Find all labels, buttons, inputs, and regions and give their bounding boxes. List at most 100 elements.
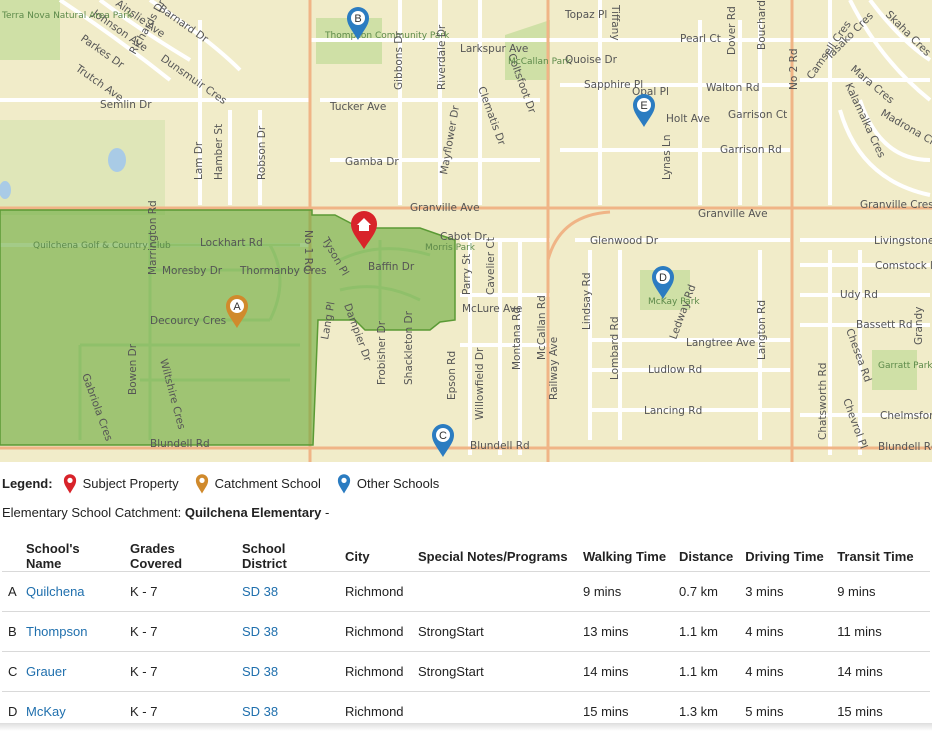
map-label: Bassett Rd: [856, 319, 913, 331]
pond: [108, 148, 126, 172]
orange-pin-icon: [195, 474, 208, 494]
map-label: Larkspur Ave: [460, 43, 528, 55]
district-link[interactable]: SD 38: [242, 704, 278, 719]
map-label: Terra Nova Natural Area Park: [1, 11, 133, 21]
col-header: Driving Time: [739, 541, 832, 572]
map-label: Blundell Rd: [470, 440, 530, 452]
map-label: Lombard Rd: [609, 316, 621, 380]
map-label: Garratt Park: [878, 361, 932, 371]
map-label: Pearl Ct: [680, 33, 721, 45]
transit-cell: 11 mins: [831, 611, 930, 652]
legend-other: Other Schools: [337, 472, 439, 494]
map-label: No 2 Rd: [788, 48, 800, 90]
terra-nova-park: [0, 0, 60, 60]
map-label: Langtree Ave: [686, 337, 755, 349]
red-pin-icon: [63, 474, 76, 494]
green-field: [0, 120, 165, 215]
walking-cell: 9 mins: [577, 571, 673, 612]
map-label: Riverdale Dr: [436, 24, 448, 90]
map-label: Thompson Community Park: [324, 31, 450, 41]
table-row: B Thompson K - 7 SD 38 Richmond StrongSt…: [2, 611, 930, 652]
map-label: Cavelier Ct: [485, 237, 497, 295]
notes-cell: StrongStart: [412, 611, 577, 652]
map-label: Lindsay Rd: [581, 272, 593, 330]
map-label: Hamber St: [213, 124, 225, 180]
map-label: Parry St: [461, 254, 473, 295]
map-label: Baffin Dr: [368, 261, 415, 273]
district-link[interactable]: SD 38: [242, 624, 278, 639]
map-label: Lynas Ln: [661, 134, 673, 180]
school-link[interactable]: McKay: [26, 704, 66, 719]
catchment-label: Elementary School Catchment:: [2, 505, 182, 520]
map-label: Bowen Dr: [127, 343, 139, 395]
marker-label: B: [354, 13, 361, 25]
city-cell: Richmond: [339, 611, 412, 652]
driving-cell: 4 mins: [739, 611, 832, 652]
notes-cell: [412, 571, 577, 612]
map-label: Holt Ave: [666, 113, 710, 125]
marker-label: A: [233, 301, 241, 313]
blue-pin-icon: [337, 474, 351, 494]
district-link[interactable]: SD 38: [242, 664, 278, 679]
legend-label: Other Schools: [356, 475, 440, 491]
catchment-suffix: -: [325, 505, 330, 520]
map-label: Montana Rd: [511, 307, 523, 370]
map-label: Railway Ave: [548, 337, 560, 400]
map-label: Tiffany: [609, 4, 621, 41]
grades-cell: K - 7: [124, 651, 236, 692]
legend-catchment: Catchment School: [195, 472, 321, 494]
map-label: Epson Rd: [446, 351, 458, 400]
map-label: Ludlow Rd: [648, 364, 702, 376]
driving-cell: 4 mins: [739, 651, 832, 692]
catchment-line: Elementary School Catchment: Quilchena E…: [2, 505, 329, 520]
map-label: Morris Park: [425, 243, 476, 253]
map-label: Livingstone: [874, 235, 932, 247]
col-header: School's Name: [20, 541, 124, 572]
map-label: Udy Rd: [840, 289, 878, 301]
map-label: Willowfield Dr: [474, 347, 486, 420]
walking-cell: 14 mins: [577, 651, 673, 692]
map-label: Shackleton Dr: [403, 310, 415, 385]
map-label: No 1 Rd: [302, 230, 314, 272]
map-label: Garrison Rd: [720, 144, 782, 156]
map-label: Quoise Dr: [565, 54, 618, 66]
map-label: Chelmsford: [880, 410, 932, 422]
catchment-school: Quilchena Elementary: [184, 505, 322, 520]
map-label: McCallan Park: [508, 57, 572, 67]
school-link[interactable]: Thompson: [26, 624, 87, 639]
col-header: Special Notes/Programs: [412, 541, 577, 572]
map-label: Lancing Rd: [644, 405, 702, 417]
notes-cell: StrongStart: [412, 651, 577, 692]
col-header: City: [339, 541, 412, 572]
map-label: Chatsworth Rd: [817, 363, 829, 440]
school-link[interactable]: Grauer: [26, 664, 66, 679]
map-label: Granville Cres: [860, 199, 932, 211]
map-label: McCallan Rd: [536, 295, 548, 360]
map-label: Gibbons Dr: [393, 31, 405, 90]
distance-cell: 0.7 km: [673, 571, 740, 612]
grades-cell: K - 7: [124, 571, 236, 612]
map-label: Granville Ave: [410, 202, 480, 214]
city-cell: Richmond: [339, 571, 412, 612]
map-label: Cabot Dr: [440, 231, 487, 243]
marker-label: D: [659, 272, 667, 284]
legend-label: Subject Property: [82, 475, 179, 491]
map-label: Topaz Pl: [564, 9, 607, 21]
table-header-row: School's Name Grades Covered School Dist…: [2, 541, 930, 572]
driving-cell: 3 mins: [739, 571, 832, 612]
legend-title: Legend:: [2, 475, 53, 491]
school-map[interactable]: Johnson Ave Barnard Dr Ainslie Ave Parke…: [0, 0, 932, 462]
marker-label: C: [439, 430, 447, 442]
map-canvas[interactable]: Johnson Ave Barnard Dr Ainslie Ave Parke…: [0, 0, 932, 462]
district-link[interactable]: SD 38: [242, 584, 278, 599]
map-legend: Legend: Subject Property Catchment Schoo…: [2, 472, 455, 494]
school-link[interactable]: Quilchena: [26, 584, 85, 599]
map-label: Blundell Rd: [878, 441, 932, 453]
distance-cell: 1.1 km: [673, 651, 740, 692]
legend-subject: Subject Property: [63, 472, 179, 494]
map-label: Robson Dr: [256, 125, 268, 180]
transit-cell: 9 mins: [831, 571, 930, 612]
map-label: Frobisher Dr: [376, 320, 388, 385]
map-label: Langton Rd: [756, 300, 768, 360]
map-label: Blundell Rd: [150, 438, 210, 450]
